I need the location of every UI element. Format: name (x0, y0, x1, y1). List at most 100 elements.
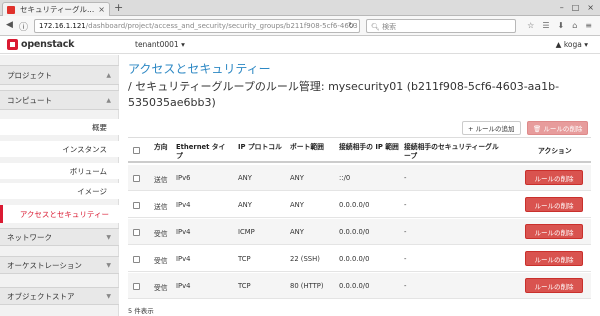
window-controls: – □ × (560, 3, 594, 12)
sidebar-item-access-security[interactable]: アクセスとセキュリティー (0, 205, 119, 223)
sidebar-item-project[interactable]: プロジェクト ▲ (0, 65, 119, 85)
openstack-logo-icon (7, 39, 18, 50)
sidebar-item-network[interactable]: ネットワーク ▼ (0, 228, 119, 246)
chevron-down-icon: ▼ (106, 261, 111, 269)
cell-ethertype: IPv4 (176, 201, 191, 209)
reload-icon[interactable]: ↻ (348, 21, 355, 30)
sidebar-item-overview[interactable]: 概要 (0, 119, 119, 135)
cell-port-range: ANY (290, 174, 304, 182)
chevron-up-icon: ▲ (106, 71, 111, 79)
cell-remote-ip: 0.0.0.0/0 (339, 255, 370, 263)
info-icon[interactable]: ⓘ (19, 20, 28, 33)
row-checkbox[interactable] (133, 175, 140, 182)
cell-port-range: 80 (HTTP) (290, 282, 324, 290)
select-all-checkbox[interactable] (133, 147, 140, 154)
openstack-logo[interactable]: openstack (7, 39, 74, 50)
sidebar-item-label: オーケストレーション (7, 260, 82, 270)
cell-port-range: ANY (290, 201, 304, 209)
table-row: 送信 IPv6 ANY ANY ::/0 - ルールの削除 (128, 165, 591, 191)
sidebar-item-label: コンピュート (7, 95, 52, 105)
sidebar-item-volumes[interactable]: ボリューム (0, 163, 119, 179)
cell-protocol: ANY (238, 174, 252, 182)
delete-rules-button[interactable]: 🗑 ルールの削除 (527, 121, 589, 135)
cell-direction: 受信 (154, 284, 168, 292)
delete-rule-button[interactable]: ルールの削除 (525, 251, 583, 266)
cell-ethertype: IPv4 (176, 228, 191, 236)
minimize-icon[interactable]: – (560, 3, 564, 12)
cell-remote-sg: - (404, 228, 407, 236)
delete-rule-button[interactable]: ルールの削除 (525, 278, 583, 293)
column-remote-sg[interactable]: 接続相手のセキュリティーグループ (404, 143, 504, 161)
table-row: 受信 IPv4 TCP 80 (HTTP) 0.0.0.0/0 - ルールの削除 (128, 273, 591, 299)
cell-port-range: ANY (290, 228, 304, 236)
url-host: 172.16.1.121 (39, 22, 86, 30)
back-arrow-icon[interactable]: ◀ (6, 20, 13, 30)
delete-rule-button[interactable]: ルールの削除 (525, 224, 583, 239)
window-close-icon[interactable]: × (587, 3, 594, 12)
sidebar-item-object-store[interactable]: オブジェクトストア ▼ (0, 287, 119, 305)
browser-icons: ☆ ☰ ⬇ ⌂ ≡ (527, 21, 592, 30)
cell-remote-ip: ::/0 (339, 174, 351, 182)
sidebar-item-label: 概要 (92, 122, 107, 132)
cell-direction: 受信 (154, 257, 168, 265)
search-input[interactable]: 🔍︎ 検索 (366, 19, 516, 33)
top-navigation: openstack tenant0001 ▾ ▲ koga ▾ (0, 36, 600, 54)
browser-tab-bar: セキュリティーグル... × + – □ × (0, 0, 600, 16)
sidebar-item-label: インスタンス (62, 144, 107, 154)
column-remote-ip[interactable]: 接続相手の IP 範囲 (339, 143, 407, 152)
row-checkbox[interactable] (133, 202, 140, 209)
sidebar: プロジェクト ▲ コンピュート ▲ 概要 インスタンス ボリューム イメージ ア… (0, 55, 119, 316)
column-protocol[interactable]: IP プロトコル (238, 143, 284, 152)
table-row: 送信 IPv4 ANY ANY 0.0.0.0/0 - ルールの削除 (128, 192, 591, 218)
download-icon[interactable]: ⬇ (558, 21, 565, 30)
cell-direction: 受信 (154, 230, 168, 238)
chevron-down-icon: ▼ (106, 292, 111, 300)
url-path: /dashboard/project/access_and_security/s… (85, 22, 358, 30)
row-checkbox[interactable] (133, 229, 140, 236)
maximize-icon[interactable]: □ (572, 3, 580, 12)
tab-title: セキュリティーグル... (20, 5, 95, 14)
logo-text: openstack (21, 39, 75, 50)
cell-protocol: TCP (238, 282, 251, 290)
add-rule-button[interactable]: + ルールの追加 (462, 121, 521, 135)
cell-remote-sg: - (404, 201, 407, 209)
row-checkbox[interactable] (133, 283, 140, 290)
cell-remote-sg: - (404, 255, 407, 263)
column-port-range[interactable]: ポート範囲 (290, 143, 324, 152)
row-checkbox[interactable] (133, 256, 140, 263)
address-bar[interactable]: 172.16.1.121/dashboard/project/access_an… (34, 19, 360, 33)
delete-rule-button[interactable]: ルールの削除 (525, 197, 583, 212)
cell-ethertype: IPv4 (176, 282, 191, 290)
cell-direction: 送信 (154, 203, 168, 211)
sidebar-item-orchestration[interactable]: オーケストレーション ▼ (0, 256, 119, 274)
column-direction[interactable]: 方向 (154, 143, 168, 152)
home-icon[interactable]: ⌂ (572, 21, 577, 30)
table-header: 方向 Ethernet タイプ IP プロトコル ポート範囲 接続相手の IP … (128, 137, 591, 163)
tenant-dropdown[interactable]: tenant0001 ▾ (135, 40, 185, 49)
sidebar-item-label: プロジェクト (7, 70, 52, 80)
sidebar-item-images[interactable]: イメージ (0, 183, 119, 199)
chevron-down-icon: ▼ (106, 233, 111, 241)
column-ethertype[interactable]: Ethernet タイプ (176, 143, 226, 161)
cell-remote-sg: - (404, 174, 407, 182)
cell-ethertype: IPv4 (176, 255, 191, 263)
sidebar-item-compute[interactable]: コンピュート ▲ (0, 90, 119, 110)
browser-tab[interactable]: セキュリティーグル... × (2, 2, 110, 16)
cell-remote-ip: 0.0.0.0/0 (339, 201, 370, 209)
cell-ethertype: IPv6 (176, 174, 191, 182)
browser-toolbar: ◀ ⓘ 172.16.1.121/dashboard/project/acces… (0, 16, 600, 36)
table-row: 受信 IPv4 TCP 22 (SSH) 0.0.0.0/0 - ルールの削除 (128, 246, 591, 272)
delete-rule-button[interactable]: ルールの削除 (525, 170, 583, 185)
cell-remote-ip: 0.0.0.0/0 (339, 282, 370, 290)
cell-protocol: TCP (238, 255, 251, 263)
sidebar-item-instances[interactable]: インスタンス (0, 141, 119, 157)
user-menu[interactable]: ▲ koga ▾ (556, 40, 588, 49)
bookmark-star-icon[interactable]: ☆ (527, 21, 534, 30)
page-subheading: / セキュリティーグループのルール管理: mysecurity01 (b211f… (128, 80, 560, 109)
new-tab-button[interactable]: + (114, 2, 123, 14)
menu-icon[interactable]: ≡ (585, 21, 592, 30)
table-row: 受信 IPv4 ICMP ANY 0.0.0.0/0 - ルールの削除 (128, 219, 591, 245)
cell-direction: 送信 (154, 176, 168, 184)
tab-close-icon[interactable]: × (98, 5, 105, 14)
reading-list-icon[interactable]: ☰ (542, 21, 549, 30)
